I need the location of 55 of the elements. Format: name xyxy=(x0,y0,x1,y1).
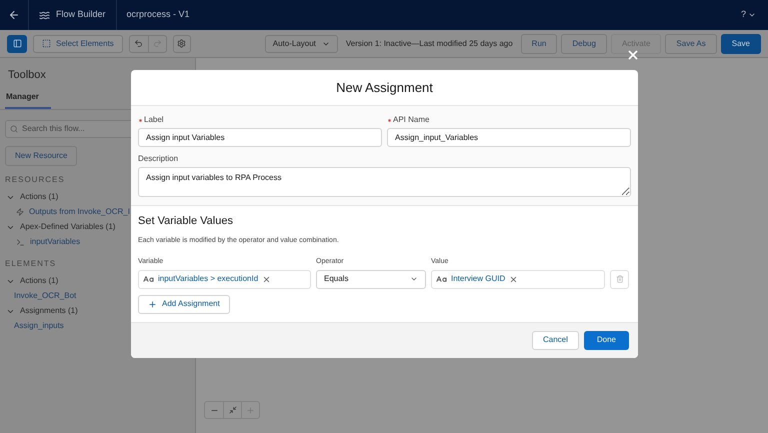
description-field[interactable]: Assign input variables to RPA Process xyxy=(138,167,631,197)
add-assignment-button[interactable]: Add Assignment xyxy=(138,294,230,314)
done-button[interactable]: Done xyxy=(584,330,629,350)
text-type-icon xyxy=(143,274,154,284)
caret-icon xyxy=(410,275,418,283)
tree-item-label: Outputs from Invoke_OCR_I xyxy=(29,206,130,218)
panel-icon xyxy=(12,39,22,48)
section-heading: RESOURCES xyxy=(5,174,65,186)
help-menu[interactable]: ? xyxy=(740,8,756,22)
label-field[interactable]: Assign input Variables xyxy=(138,128,382,147)
select-elements-button[interactable]: Select Elements xyxy=(33,34,123,52)
operator-dropdown[interactable]: Equals xyxy=(316,270,426,288)
api-name-field[interactable]: Assign_input_Variables xyxy=(387,128,631,147)
toolbar-button[interactable]: Save xyxy=(720,34,761,54)
field-label: Description xyxy=(138,153,178,165)
caret-icon xyxy=(748,11,756,19)
layout-dropdown[interactable]: Auto-Layout xyxy=(264,34,338,52)
pill-label: inputVariables > executionId xyxy=(158,273,258,285)
section-heading: ELEMENTS xyxy=(5,258,56,270)
settings-button[interactable] xyxy=(172,34,191,52)
terminal-icon xyxy=(16,238,25,246)
toggle-panel-button[interactable] xyxy=(7,34,27,52)
dialog-title: New Assignment xyxy=(336,78,433,97)
section-title: Set Variable Values xyxy=(138,214,234,229)
trash-icon xyxy=(616,275,624,283)
select-icon xyxy=(42,39,51,48)
plus-icon xyxy=(148,300,157,308)
toolbox-title: Toolbox xyxy=(7,68,47,83)
toolbar-button[interactable]: Run xyxy=(520,34,558,54)
back-icon[interactable] xyxy=(8,9,20,21)
undo-icon xyxy=(134,39,144,48)
flow-name: ocrprocess - V1 xyxy=(126,8,190,22)
value-field[interactable]: Interview GUID xyxy=(431,270,605,288)
settings-icon xyxy=(177,39,186,48)
remove-icon[interactable] xyxy=(262,274,272,284)
tree-item-label: Assign_inputs xyxy=(14,320,64,332)
variable-field[interactable]: inputVariables > executionId xyxy=(138,270,311,288)
app-name: Flow Builder xyxy=(56,8,106,22)
cancel-button[interactable]: Cancel xyxy=(532,330,579,350)
remove-icon[interactable] xyxy=(509,274,518,284)
redo-icon xyxy=(152,39,162,48)
panel-tab[interactable]: Manager xyxy=(5,90,51,108)
pill-label: Interview GUID xyxy=(451,273,506,285)
flow-icon xyxy=(39,10,50,20)
shrink-icon xyxy=(228,406,236,414)
version-status: Version 1: Inactive—Last modified 25 days ago xyxy=(346,38,513,50)
new-resource-button[interactable]: New Resource xyxy=(5,146,78,166)
toolbar-button[interactable]: Save As xyxy=(665,34,717,54)
lightning-icon xyxy=(16,208,24,216)
plus-icon xyxy=(246,406,255,414)
tree-item-label: inputVariables xyxy=(30,236,80,248)
close-icon[interactable] xyxy=(626,48,640,62)
toolbar-button[interactable]: Debug xyxy=(561,34,607,54)
text-type-icon xyxy=(436,274,447,284)
field-label: API Name xyxy=(393,114,430,126)
